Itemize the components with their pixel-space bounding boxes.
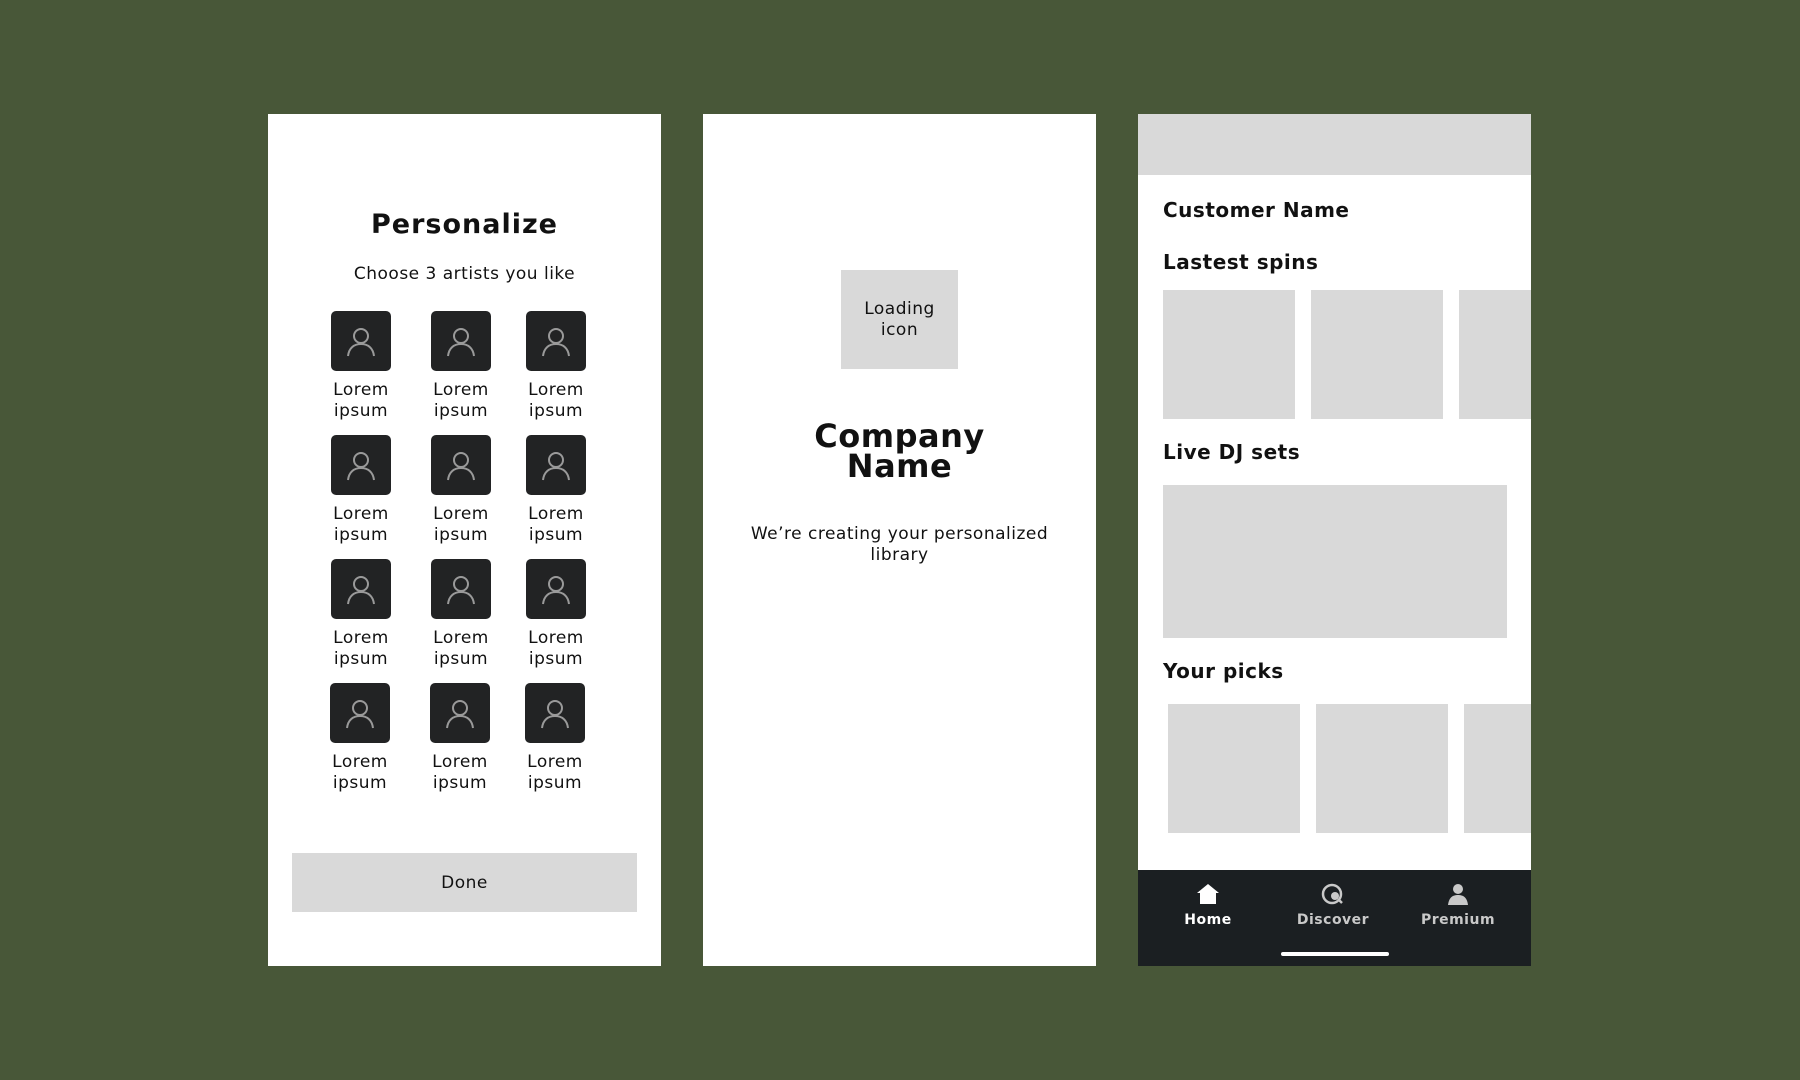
user-icon [431, 311, 491, 371]
tab-label: Home [1184, 912, 1232, 928]
artist-option[interactable]: Lorem ipsum [508, 311, 604, 422]
home-screen: Customer Name Lastest spins Live DJ sets… [1138, 114, 1531, 966]
pick-tile[interactable] [1168, 704, 1300, 833]
latest-spins-title: Lastest spins [1163, 250, 1319, 274]
user-icon [331, 435, 391, 495]
artist-option[interactable]: Lorem ipsum [507, 683, 603, 794]
customer-name: Customer Name [1163, 198, 1350, 222]
page-title: Personalize [370, 209, 558, 240]
artist-name: Lorem ipsum [528, 380, 584, 421]
user-icon [525, 683, 585, 743]
user-icon [330, 683, 390, 743]
artist-option[interactable]: Lorem ipsum [508, 559, 604, 670]
artist-name: Lorem ipsum [333, 380, 389, 421]
done-button[interactable]: Done [292, 853, 637, 912]
artist-option[interactable]: Lorem ipsum [413, 311, 509, 422]
artist-name: Lorem ipsum [528, 504, 584, 545]
discover-icon [1321, 883, 1343, 905]
user-icon [431, 559, 491, 619]
loading-screen: Loading icon Company Name We’re creating… [703, 114, 1096, 966]
loading-message: We’re creating your personalized library [750, 524, 1049, 565]
artist-name: Lorem ipsum [527, 752, 583, 793]
page-subtitle: Choose 3 artists you like [353, 264, 576, 284]
tab-home[interactable]: Home [1153, 882, 1263, 928]
artist-name: Lorem ipsum [433, 380, 489, 421]
user-icon [526, 311, 586, 371]
user-icon [431, 435, 491, 495]
tab-label: Discover [1296, 912, 1370, 928]
artist-option[interactable]: Lorem ipsum [413, 435, 509, 546]
tab-label: Premium [1420, 912, 1496, 928]
latest-spin-tile[interactable] [1459, 290, 1531, 419]
artist-name: Lorem ipsum [528, 628, 584, 669]
user-icon [331, 559, 391, 619]
artist-name: Lorem ipsum [333, 628, 389, 669]
artist-name: Lorem ipsum [432, 752, 488, 793]
home-indicator [1281, 952, 1389, 956]
user-icon [526, 559, 586, 619]
pick-tile[interactable] [1464, 704, 1531, 833]
artist-name: Lorem ipsum [433, 628, 489, 669]
bottom-tab-bar: Home Discover Premium [1138, 870, 1531, 966]
your-picks-title: Your picks [1163, 659, 1284, 683]
live-dj-banner[interactable] [1163, 485, 1507, 638]
artist-name: Lorem ipsum [433, 504, 489, 545]
latest-spin-tile[interactable] [1311, 290, 1443, 419]
artist-option[interactable]: Lorem ipsum [313, 311, 409, 422]
user-icon [331, 311, 391, 371]
artist-name: Lorem ipsum [333, 504, 389, 545]
tab-discover[interactable]: Discover [1278, 882, 1388, 928]
artist-option[interactable]: Lorem ipsum [413, 559, 509, 670]
artist-option[interactable]: Lorem ipsum [508, 435, 604, 546]
user-icon [526, 435, 586, 495]
personalize-screen: Personalize Choose 3 artists you like Lo… [268, 114, 661, 966]
artist-grid: Lorem ipsum Lorem ipsum Lorem ipsum Lore… [313, 311, 613, 807]
premium-icon [1448, 884, 1468, 905]
tab-premium[interactable]: Premium [1403, 882, 1513, 928]
artist-option[interactable]: Lorem ipsum [312, 683, 408, 794]
artist-option[interactable]: Lorem ipsum [313, 559, 409, 670]
top-bar [1138, 114, 1531, 175]
live-dj-title: Live DJ sets [1163, 440, 1301, 464]
latest-spin-tile[interactable] [1163, 290, 1295, 419]
artist-name: Lorem ipsum [332, 752, 388, 793]
artist-option[interactable]: Lorem ipsum [412, 683, 508, 794]
user-icon [430, 683, 490, 743]
pick-tile[interactable] [1316, 704, 1448, 833]
artist-option[interactable]: Lorem ipsum [313, 435, 409, 546]
company-name: Company Name [814, 417, 985, 485]
loading-icon: Loading icon [841, 270, 958, 369]
home-icon [1197, 884, 1219, 904]
